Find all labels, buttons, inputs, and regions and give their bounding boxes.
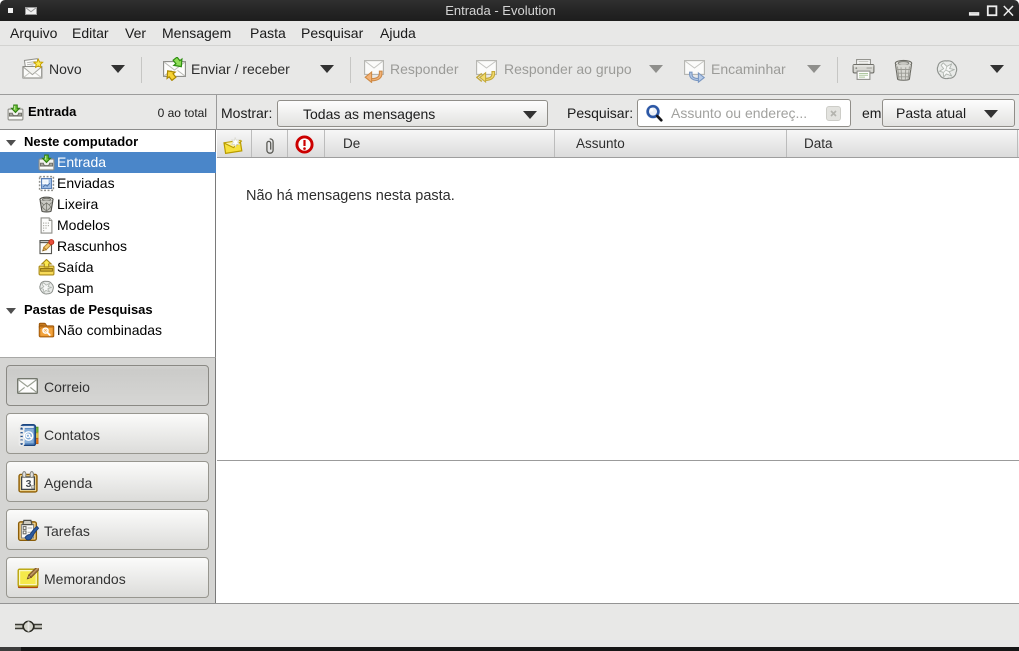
svg-text:3: 3: [26, 478, 32, 490]
